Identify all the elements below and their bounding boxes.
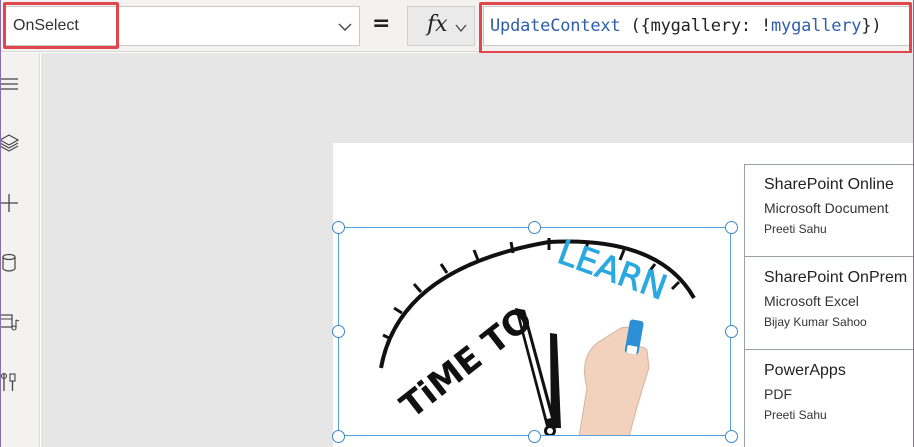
resize-handle-top-right[interactable] bbox=[725, 221, 738, 234]
gallery-item-title: PowerApps bbox=[764, 362, 846, 379]
gallery-item-author: Preeti Sahu bbox=[764, 408, 827, 422]
chevron-down-icon bbox=[455, 24, 467, 33]
property-highlight bbox=[3, 2, 119, 49]
resize-handle-right[interactable] bbox=[725, 325, 738, 338]
gallery-item-subtitle: Microsoft Excel bbox=[764, 293, 859, 309]
resize-handle-top[interactable] bbox=[528, 221, 541, 234]
gallery-item-title: SharePoint Online bbox=[764, 176, 894, 193]
menu-icon[interactable] bbox=[0, 73, 20, 95]
resize-handle-bottom-left[interactable] bbox=[332, 430, 345, 443]
media-icon[interactable] bbox=[0, 311, 20, 333]
layers-icon[interactable] bbox=[0, 132, 20, 154]
gallery-item-title: SharePoint OnPrem bbox=[764, 269, 908, 286]
left-rail bbox=[0, 53, 40, 447]
image-text-time-to: TiME TO bbox=[393, 299, 540, 426]
resize-handle-left[interactable] bbox=[332, 325, 345, 338]
gallery-top-border bbox=[744, 164, 914, 165]
gallery-item[interactable]: PowerApps PDF Preeti Sahu bbox=[745, 350, 914, 443]
database-icon[interactable] bbox=[0, 252, 20, 274]
fx-icon: fx bbox=[427, 12, 448, 37]
resize-handle-top-left[interactable] bbox=[332, 221, 345, 234]
formula-highlight bbox=[479, 2, 912, 54]
resize-handle-bottom[interactable] bbox=[528, 430, 541, 443]
formula-bar: OnSelect = fx UpdateContext ({mygallery:… bbox=[0, 0, 914, 54]
fx-button[interactable]: fx bbox=[407, 6, 475, 46]
plus-icon[interactable] bbox=[0, 192, 20, 214]
gallery-item-subtitle: PDF bbox=[764, 386, 792, 402]
equals-sign: = bbox=[372, 11, 391, 36]
gallery-item-subtitle: Microsoft Document bbox=[764, 200, 889, 216]
resize-handle-bottom-right[interactable] bbox=[725, 430, 738, 443]
gallery-item-author: Bijay Kumar Sahoo bbox=[764, 315, 867, 329]
gallery[interactable]: SharePoint Online Microsoft Document Pre… bbox=[744, 164, 914, 447]
tools-icon[interactable] bbox=[0, 371, 20, 393]
time-to-learn-image: TiME TO LEARN bbox=[379, 232, 696, 435]
gallery-item[interactable]: SharePoint Online Microsoft Document Pre… bbox=[745, 164, 914, 257]
gallery-item[interactable]: SharePoint OnPrem Microsoft Excel Bijay … bbox=[745, 257, 914, 350]
image-control[interactable]: TiME TO LEARN bbox=[338, 227, 731, 436]
chevron-down-icon bbox=[338, 23, 352, 31]
gallery-item-author: Preeti Sahu bbox=[764, 222, 827, 236]
